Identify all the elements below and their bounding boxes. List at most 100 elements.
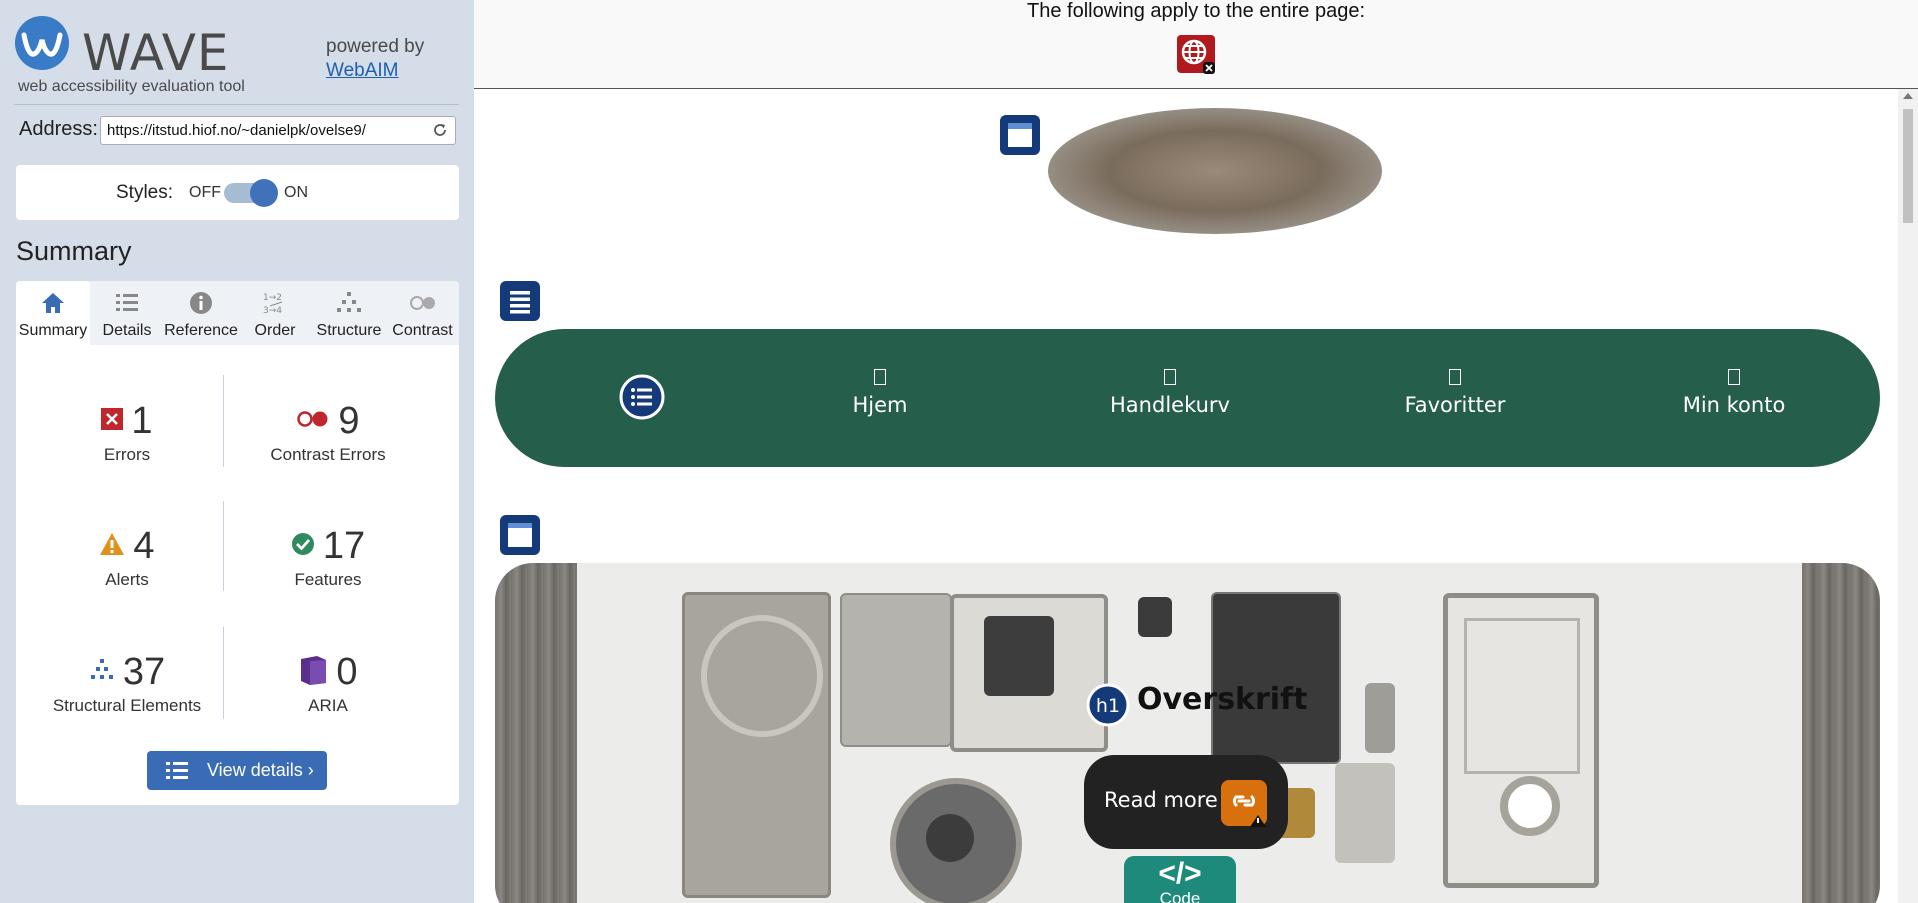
scroll-thumb[interactable] [1903, 109, 1913, 223]
navigation-region-icon[interactable] [499, 280, 541, 322]
camera-part [950, 594, 1108, 752]
structural-count: 37 [122, 651, 166, 693]
page-scrollbar[interactable] [1898, 89, 1918, 903]
tab-summary[interactable]: Summary [16, 281, 90, 345]
wave-logo-text: WAVE [82, 24, 230, 82]
home-icon [42, 293, 64, 313]
hero-image [495, 563, 1880, 903]
hero-wood-left [495, 563, 577, 903]
list-icon [166, 762, 188, 779]
code-element-badge[interactable]: </> Code [1124, 856, 1236, 903]
contrast-error-icon [296, 409, 330, 434]
nav-label: Handlekurv [1110, 393, 1230, 417]
stat-errors[interactable]: 1 Errors [27, 400, 227, 465]
stat-alerts[interactable]: 4 Alerts [27, 525, 227, 590]
order-icon: 1→23→4 [263, 293, 282, 316]
suspicious-link-icon[interactable] [1220, 779, 1270, 829]
stat-features[interactable]: 17 Features [228, 525, 428, 590]
camera-bracket [1335, 763, 1395, 863]
refresh-icon[interactable] [431, 121, 449, 139]
tab-label: Details [102, 322, 152, 339]
nav-link-min-konto[interactable]: Min konto [1634, 369, 1834, 417]
evaluated-page: The following apply to the entire page: [474, 0, 1918, 903]
page-level-notice: The following apply to the entire page: [474, 0, 1918, 89]
tab-label: Summary [18, 322, 88, 339]
camera-back-frame [1443, 593, 1599, 888]
structure-icon [337, 292, 361, 312]
structural-label: Structural Elements [52, 696, 202, 715]
styles-toggle[interactable] [224, 179, 278, 207]
errors-count: 1 [131, 400, 153, 442]
hero-wood-right [1802, 563, 1880, 903]
code-icon: </> [1158, 857, 1202, 890]
h1-icon[interactable]: h1 [1086, 683, 1130, 727]
code-label: Code [1159, 889, 1201, 903]
summary-panel: 1 Errors 9 Contrast Errors 4 Alerts 17 F… [16, 345, 459, 805]
features-count: 17 [322, 525, 366, 567]
page-heading: Overskrift [1137, 682, 1308, 717]
aria-count: 0 [336, 651, 358, 693]
alerts-label: Alerts [105, 570, 149, 589]
contrast-icon [409, 296, 435, 310]
wave-logo-icon [15, 16, 69, 70]
feature-icon [291, 532, 315, 561]
site-navigation: Hjem Handlekurv Favoritter Min konto [495, 329, 1880, 467]
language-error-icon[interactable] [1176, 34, 1216, 74]
round-photo [1048, 108, 1382, 234]
camera-body [682, 592, 831, 898]
missing-glyph-icon [1164, 369, 1176, 385]
view-details-button[interactable]: View details › [147, 751, 327, 790]
scroll-up-icon[interactable] [1903, 93, 1913, 99]
tab-contrast[interactable]: Contrast [386, 281, 459, 345]
camera-clip [1365, 683, 1395, 753]
list-icon[interactable] [619, 374, 665, 420]
stat-structural[interactable]: 37 Structural Elements [27, 651, 227, 716]
tab-label: Contrast [392, 322, 453, 339]
tab-order[interactable]: 1→2 3→4 Order [238, 281, 312, 345]
address-label: Address: [19, 118, 98, 140]
nav-link-handlekurv[interactable]: Handlekurv [1070, 369, 1270, 417]
tab-structure[interactable]: Structure [312, 281, 386, 345]
nav-link-favoritter[interactable]: Favoritter [1355, 369, 1555, 417]
header-region-icon[interactable] [999, 114, 1041, 156]
alerts-count: 4 [133, 525, 155, 567]
divider [14, 104, 459, 105]
error-icon [101, 408, 124, 435]
camera-lens [890, 778, 1022, 903]
stat-contrast-errors[interactable]: 9 Contrast Errors [228, 400, 428, 465]
styles-panel: Styles: OFF ON [16, 165, 459, 220]
styles-label: Styles: [116, 182, 174, 203]
page-notice-text: The following apply to the entire page: [1027, 0, 1365, 22]
toggle-knob [250, 179, 278, 207]
info-icon [190, 292, 212, 314]
view-details-label: View details › [207, 760, 314, 780]
contrast-errors-label: Contrast Errors [270, 445, 386, 464]
svg-text:3→4: 3→4 [263, 306, 282, 316]
read-more-label: Read more [1104, 788, 1218, 812]
missing-glyph-icon [1728, 369, 1740, 385]
camera-chip [1138, 597, 1172, 637]
nav-link-hjem[interactable]: Hjem [830, 369, 930, 417]
stat-aria[interactable]: 0 ARIA [228, 651, 428, 716]
address-value: https://itstud.hiof.no/~danielpk/ovelse9… [107, 122, 366, 139]
missing-glyph-icon [874, 369, 886, 385]
main-region-icon[interactable] [499, 514, 541, 556]
tab-details[interactable]: Details [90, 281, 164, 345]
contrast-errors-count: 9 [338, 400, 360, 442]
h1-badge-label: h1 [1096, 695, 1120, 717]
alert-icon [99, 532, 125, 561]
address-input[interactable]: https://itstud.hiof.no/~danielpk/ovelse9… [100, 116, 456, 145]
tab-label: Reference [164, 322, 238, 339]
read-more-button[interactable]: Read more [1084, 755, 1288, 849]
nav-label: Favoritter [1404, 393, 1506, 417]
structure-icon [89, 658, 115, 687]
tab-bar: Summary Details Reference 1→2 3→4 Order S… [16, 281, 459, 345]
tab-reference[interactable]: Reference [164, 281, 238, 345]
tab-label: Order [254, 322, 296, 339]
features-label: Features [294, 570, 362, 589]
powered-by: powered by WebAIM [326, 35, 424, 83]
webaim-link[interactable]: WebAIM [326, 59, 424, 83]
aria-icon [298, 655, 328, 690]
camera-frame [840, 593, 952, 747]
tab-label: Structure [316, 322, 382, 339]
